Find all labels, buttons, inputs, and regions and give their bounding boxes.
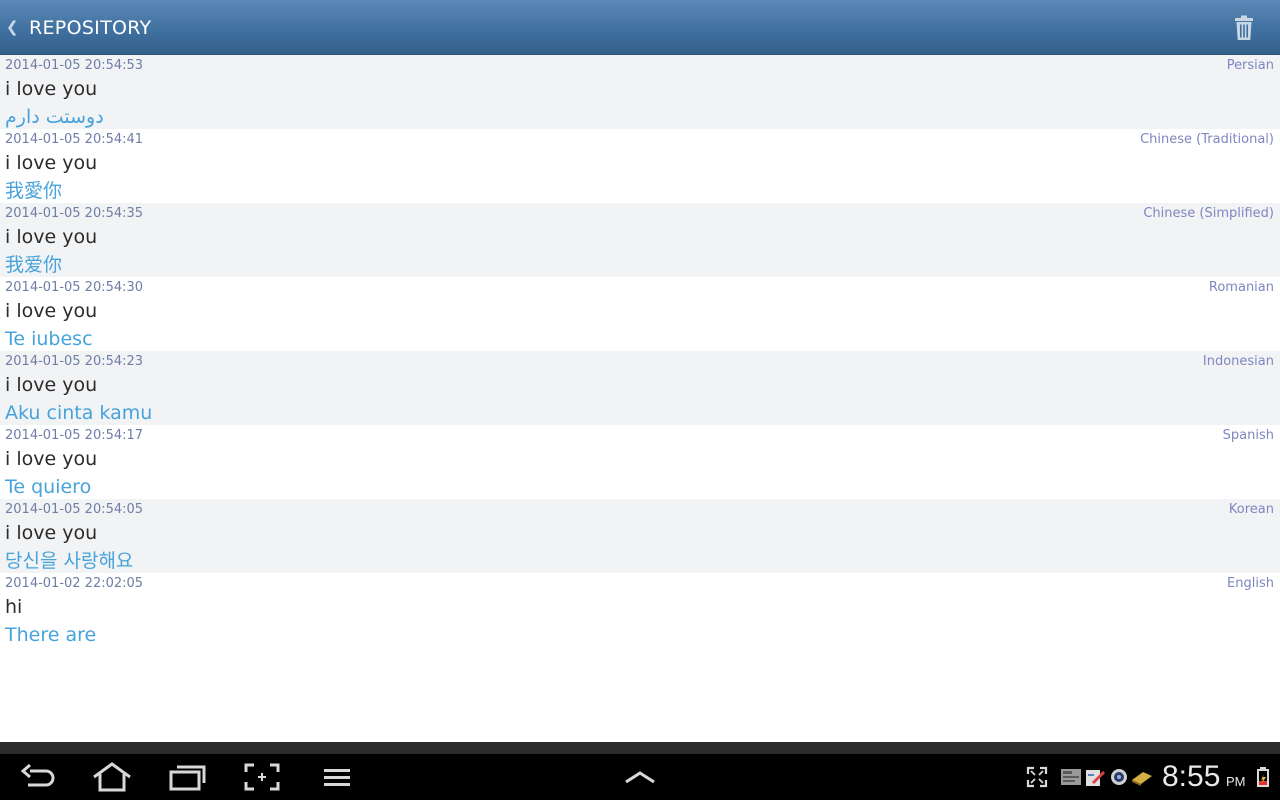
chevron-up-icon: [625, 771, 655, 784]
entry-timestamp: 2014-01-05 20:54:17: [5, 428, 144, 443]
repository-list: 2014-01-05 20:54:53 Persian i love you د…: [0, 55, 1280, 647]
entry-language: Korean: [1228, 502, 1274, 517]
entry-source-text: i love you: [5, 300, 98, 322]
entry-translation: Te iubesc: [5, 328, 93, 350]
status-clock-ampm: PM: [1226, 774, 1246, 789]
entry-translation: There are: [5, 624, 97, 646]
entry-translation: Aku cinta kamu: [5, 402, 153, 424]
entry-source-text: i love you: [5, 152, 98, 174]
list-item[interactable]: 2014-01-05 20:54:05 Korean i love you 당신…: [0, 499, 1280, 573]
chevron-left-icon: ❮: [6, 18, 19, 36]
nav-menu-button[interactable]: [316, 762, 360, 792]
list-item[interactable]: 2014-01-05 20:54:17 Spanish i love you T…: [0, 425, 1280, 499]
entry-timestamp: 2014-01-05 20:54:05: [5, 502, 144, 517]
system-bar-divider: [0, 742, 1280, 754]
entry-source-text: i love you: [5, 374, 98, 396]
entry-translation: دوستت دارم: [5, 106, 104, 128]
fullscreen-icon[interactable]: [1026, 766, 1048, 788]
entry-language: Chinese (Traditional): [1140, 132, 1274, 147]
list-item[interactable]: 2014-01-05 20:54:23 Indonesian i love yo…: [0, 351, 1280, 425]
list-item[interactable]: 2014-01-05 20:54:35 Chinese (Simplified)…: [0, 203, 1280, 277]
system-navigation-bar: 8:55 PM: [0, 754, 1280, 800]
nav-back-button[interactable]: [16, 762, 60, 792]
action-bar: ❮ REPOSITORY: [0, 0, 1280, 55]
entry-source-text: hi: [5, 596, 23, 618]
app-window: ❮ REPOSITORY 2014-01-05 20:54:53 Persian…: [0, 0, 1280, 800]
entry-timestamp: 2014-01-05 20:54:41: [5, 132, 144, 147]
entry-timestamp: 2014-01-05 20:54:35: [5, 206, 144, 221]
entry-timestamp: 2014-01-05 20:54:53: [5, 58, 144, 73]
nav-recent-apps-button[interactable]: [166, 762, 210, 792]
entry-source-text: i love you: [5, 522, 98, 544]
app-tray-toggle-button[interactable]: [618, 762, 662, 792]
notification-edit-icon[interactable]: [1084, 766, 1106, 788]
battery-icon[interactable]: [1254, 766, 1272, 788]
entry-language: English: [1227, 576, 1274, 591]
list-item[interactable]: 2014-01-05 20:54:53 Persian i love you د…: [0, 55, 1280, 129]
entry-source-text: i love you: [5, 448, 98, 470]
menu-icon: [324, 769, 350, 786]
trash-icon: [1235, 15, 1253, 40]
entry-translation: 我爱你: [5, 254, 63, 276]
status-clock[interactable]: 8:55: [1162, 759, 1220, 795]
entry-source-text: i love you: [5, 226, 98, 248]
nav-home-button[interactable]: [90, 762, 134, 792]
entry-timestamp: 2014-01-02 22:02:05: [5, 576, 144, 591]
entry-language: Spanish: [1222, 428, 1274, 443]
entry-timestamp: 2014-01-05 20:54:23: [5, 354, 144, 369]
notification-app-icon[interactable]: [1060, 766, 1082, 788]
entry-language: Persian: [1226, 58, 1274, 73]
home-icon: [93, 762, 131, 792]
list-item[interactable]: 2014-01-05 20:54:30 Romanian i love you …: [0, 277, 1280, 351]
nav-screenshot-button[interactable]: [240, 762, 284, 792]
back-icon: [20, 763, 55, 787]
entry-language: Indonesian: [1202, 354, 1274, 369]
back-button[interactable]: ❮ REPOSITORY: [0, 0, 160, 54]
screenshot-icon: [244, 763, 280, 791]
entry-translation: 我愛你: [5, 180, 63, 202]
notification-keyboard-icon[interactable]: [1131, 766, 1153, 788]
entry-translation: 당신을 사랑해요: [5, 550, 134, 572]
delete-all-button[interactable]: [1230, 14, 1258, 42]
entry-language: Chinese (Simplified): [1143, 206, 1274, 221]
page-title: REPOSITORY: [29, 17, 152, 39]
entry-timestamp: 2014-01-05 20:54:30: [5, 280, 144, 295]
entry-source-text: i love you: [5, 78, 98, 100]
list-item[interactable]: 2014-01-02 22:02:05 English hi There are: [0, 573, 1280, 647]
recent-apps-icon: [169, 765, 206, 791]
entry-translation: Te quiero: [5, 476, 92, 498]
entry-language: Romanian: [1208, 280, 1274, 295]
list-item[interactable]: 2014-01-05 20:54:41 Chinese (Traditional…: [0, 129, 1280, 203]
notification-camera-icon[interactable]: [1108, 766, 1130, 788]
